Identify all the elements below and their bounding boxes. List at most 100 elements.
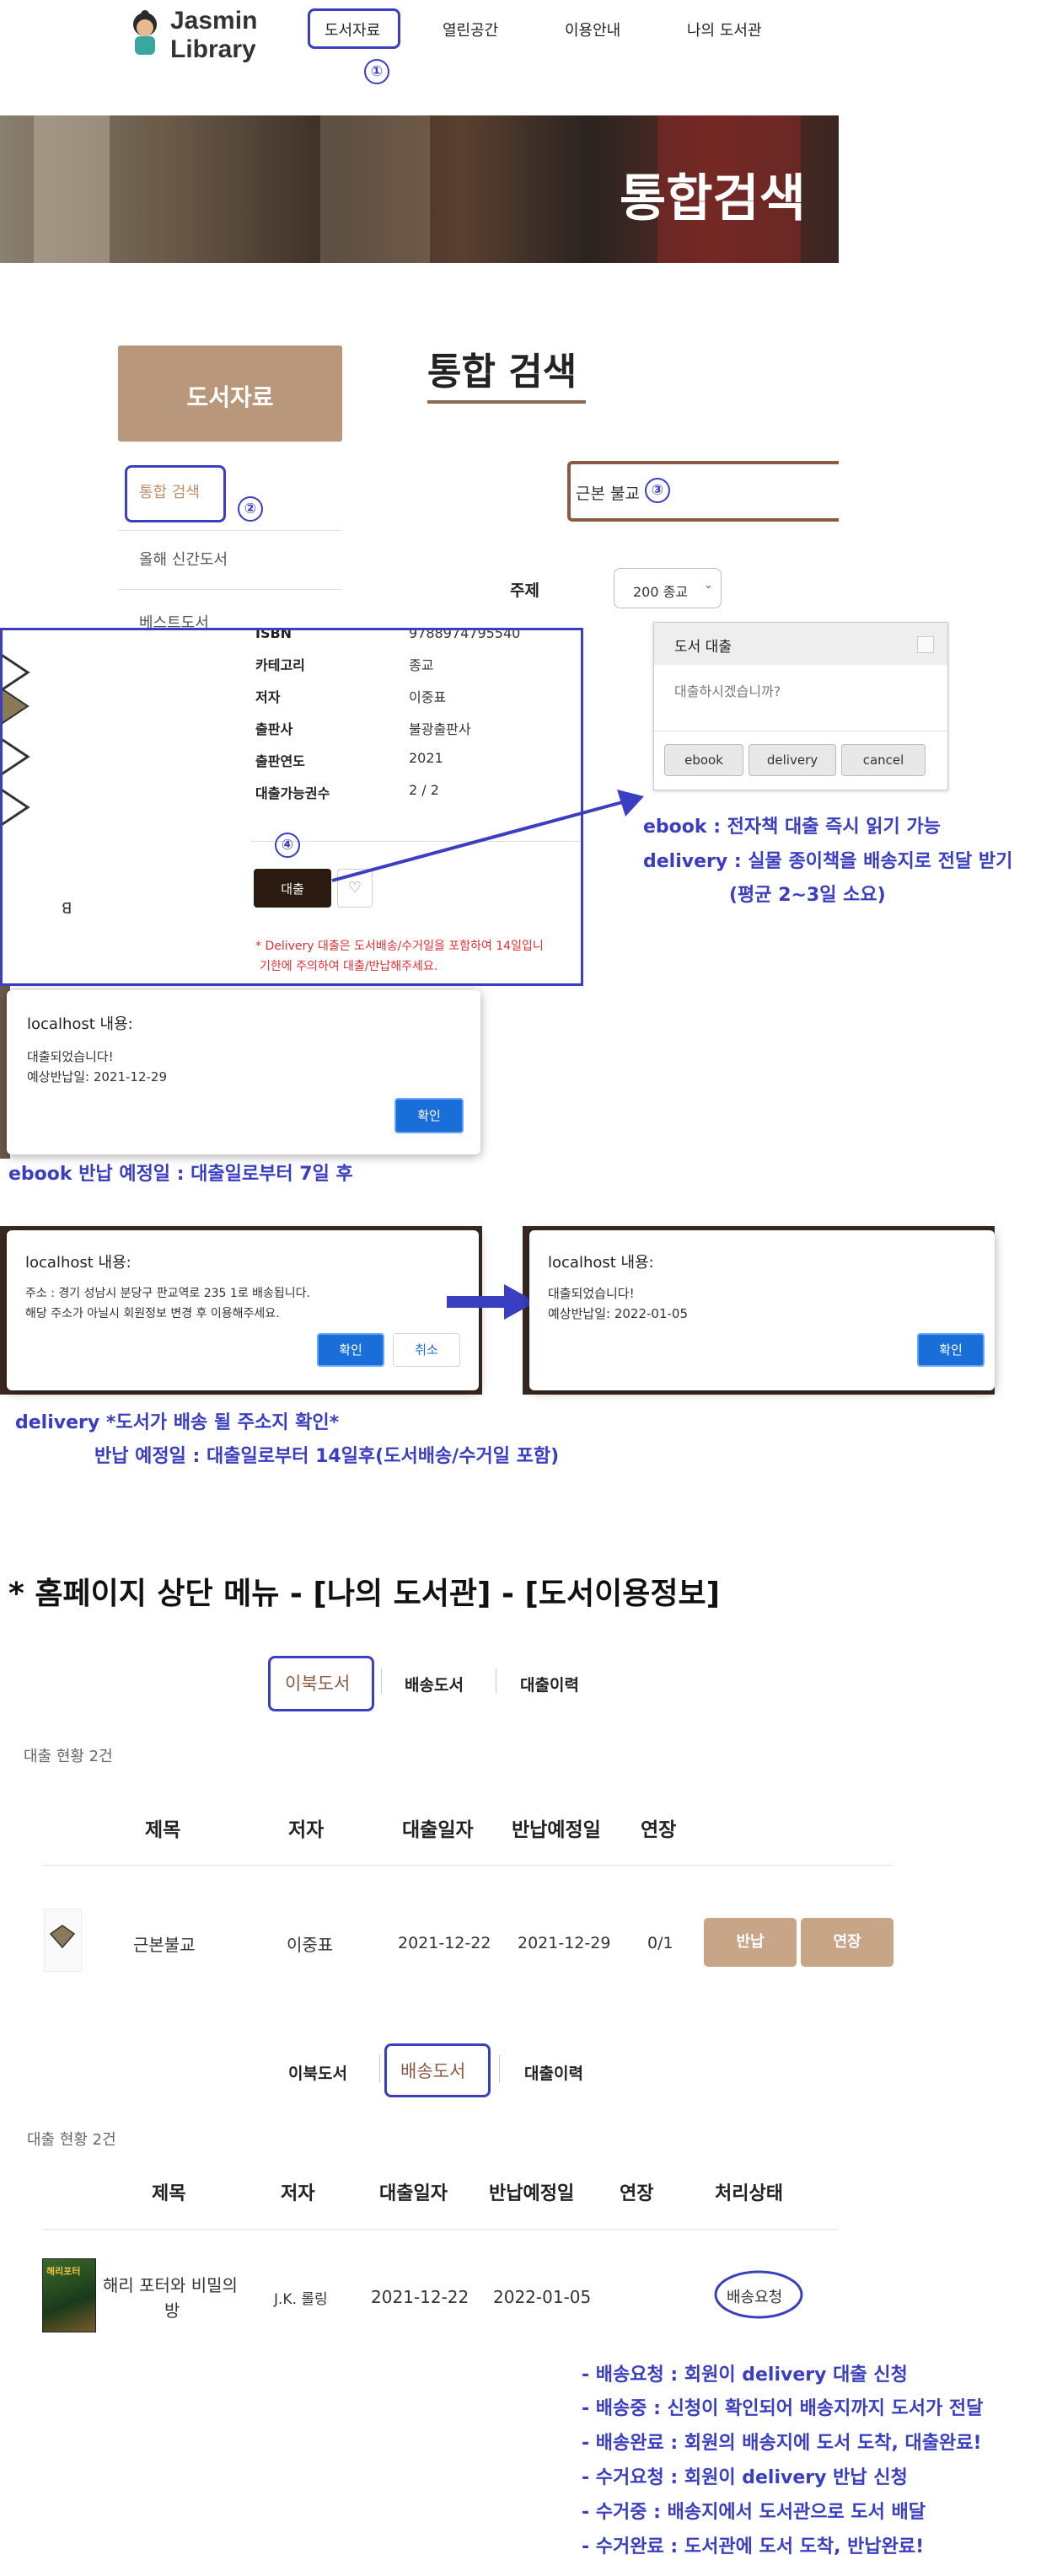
dialog-message: 대출되었습니다! — [27, 1049, 114, 1064]
delivery-notice-2: 기한에 주의하여 대출/반납해주세요. — [260, 960, 438, 973]
marker-3: ③ — [645, 478, 670, 503]
ebook-note: ebook : 전자책 대출 즉시 읽기 가능 — [643, 817, 941, 838]
search-heading: 통합 검색 — [427, 351, 577, 394]
cell-due-date: 2021-12-29 — [518, 1934, 611, 1952]
tab-history[interactable]: 대출이력 — [524, 2061, 583, 2084]
tab-history[interactable]: 대출이력 — [520, 1673, 579, 1695]
loan-modal-title: 도서 대출 — [674, 639, 732, 656]
nav-open-space[interactable]: 열린공간 — [443, 19, 498, 40]
field-value: 이중표 — [409, 689, 447, 705]
status-note: - 배송중 : 신청이 확인되어 배송지까지 도서가 전달 — [582, 2398, 984, 2419]
dialog-due-date: 예상반납일: 2021-12-29 — [27, 1069, 167, 1084]
search-heading-underline — [427, 400, 586, 404]
tab-delivery[interactable]: 배송도서 — [405, 1673, 464, 1695]
field-value: 불광출판사 — [409, 721, 471, 737]
tab-divider — [499, 2054, 500, 2083]
delivery-button[interactable]: delivery — [749, 744, 836, 776]
table-divider — [42, 2229, 839, 2230]
col-author: 저자 — [288, 1819, 325, 1841]
cell-loan-date: 2021-12-22 — [398, 1934, 491, 1952]
book-thumbnail[interactable] — [43, 1908, 83, 1973]
nav-guide[interactable]: 이용안내 — [565, 19, 620, 40]
field-label: 저자 — [255, 689, 281, 705]
subject-label: 주제 — [510, 581, 539, 600]
banner-spine-1 — [34, 115, 110, 263]
dialog-title: localhost 내용: — [25, 1254, 131, 1272]
logo[interactable]: Jasmin Library — [126, 4, 278, 63]
search-input-value: 근본 불교 — [576, 485, 640, 503]
tab-divider — [381, 1668, 382, 1694]
table-divider — [42, 1865, 893, 1866]
logo-text-2: Library — [170, 35, 256, 63]
extend-button[interactable]: 연장 — [801, 1918, 893, 1967]
field-value: 종교 — [409, 657, 434, 673]
loan-count: 대출 현황 2건 — [24, 1748, 113, 1765]
tab-ebook[interactable]: 이북도서 — [288, 2061, 347, 2084]
search-input[interactable]: 근본 불교 — [567, 461, 839, 522]
logo-text-1: Jasmin — [170, 7, 258, 35]
cell-title-2[interactable]: 방 — [164, 2297, 180, 2322]
field-label: 출판연도 — [255, 753, 305, 769]
field-label: 출판사 — [255, 721, 293, 737]
book-cover-image — [43, 1908, 83, 1973]
dialog-message: 대출되었습니다! — [548, 1286, 635, 1301]
cancel-button[interactable]: cancel — [841, 744, 926, 776]
nav-my-library[interactable]: 나의 도서관 — [687, 19, 762, 40]
highlight-tab-delivery — [384, 2043, 491, 2097]
field-label: 카테고리 — [255, 657, 305, 673]
sidebar-title: 도서자료 — [118, 345, 342, 442]
highlight-sidebar — [125, 465, 226, 522]
field-value: 2021 — [409, 750, 443, 766]
col-status: 처리상태 — [715, 2183, 783, 2204]
col-loan-date: 대출일자 — [379, 2183, 448, 2204]
tab-divider — [379, 2054, 380, 2083]
sidebar-title-text: 도서자료 — [186, 383, 274, 411]
delivery-note-2: (평균 2~3일 소요) — [729, 885, 886, 906]
subject-select-value: 200 종교 — [633, 584, 689, 600]
marker-4: ④ — [275, 833, 300, 858]
dialog-title: localhost 내용: — [27, 1015, 133, 1033]
status-circle-highlight — [714, 2270, 803, 2319]
status-note: - 수거요청 : 회원이 delivery 반납 신청 — [582, 2467, 908, 2488]
col-title: 제목 — [145, 1819, 181, 1841]
ok-button[interactable]: 확인 — [394, 1098, 464, 1133]
book-cover-title: 해리포터 — [46, 2266, 81, 2277]
loan-modal-question: 대출하시겠습니까? — [674, 683, 781, 699]
cell-author: 이중표 — [287, 1935, 334, 1955]
dialog-message: 해당 주소가 아닐시 회원정보 변경 후 이용해주세요. — [25, 1307, 280, 1320]
arrow-right-icon — [447, 1284, 536, 1320]
arrow-icon — [331, 790, 644, 882]
return-button[interactable]: 반납 — [704, 1918, 797, 1967]
cell-title[interactable]: 해리 포터와 비밀의 — [103, 2272, 238, 2296]
alert-dialog-ebook: localhost 내용: 대출되었습니다! 예상반납일: 2021-12-29… — [7, 990, 480, 1154]
ok-button[interactable]: 확인 — [917, 1333, 985, 1367]
banner-spine-2 — [320, 115, 430, 263]
field-label: 대출가능권수 — [255, 785, 330, 801]
publisher-logo-icon: ꓭ — [62, 900, 72, 918]
logo-icon — [133, 10, 157, 55]
marker-1: ① — [364, 59, 389, 84]
cell-title[interactable]: 근본불교 — [133, 1931, 196, 1956]
subject-select[interactable]: 200 종교 ⌄ — [614, 568, 722, 608]
ebook-return-note: ebook 반납 예정일 : 대출일로부터 7일 후 — [8, 1164, 353, 1185]
dialog-address: 주소 : 경기 성남시 분당구 판교역로 235 1로 배송됩니다. — [25, 1287, 310, 1300]
loan-count: 대출 현황 2건 — [27, 2131, 116, 2149]
borrow-button[interactable]: 대출 — [254, 869, 331, 908]
col-extend: 연장 — [641, 1819, 677, 1841]
cell-loan-date: 2021-12-22 — [371, 2287, 470, 2307]
col-loan-date: 대출일자 — [402, 1819, 474, 1841]
ebook-button[interactable]: ebook — [664, 744, 743, 776]
sidebar-item-new-books[interactable]: 올해 신간도서 — [118, 548, 342, 590]
book-cover[interactable] — [3, 639, 36, 917]
alert-dialog-delivery: localhost 내용: 대출되었습니다! 예상반납일: 2022-01-05… — [529, 1230, 995, 1390]
col-due-date: 반납예정일 — [512, 1819, 601, 1841]
book-cover-image — [3, 654, 30, 826]
isbn-value: 9788974795540 — [409, 628, 521, 641]
ok-button[interactable]: 확인 — [317, 1333, 384, 1367]
cancel-button[interactable]: 취소 — [393, 1333, 460, 1367]
highlight-tab-ebook — [268, 1656, 374, 1711]
status-note: - 수거중 : 배송지에서 도서관으로 도서 배달 — [582, 2502, 926, 2523]
loan-modal-close-icon[interactable] — [917, 636, 934, 653]
book-thumbnail[interactable]: 해리포터 — [42, 2258, 96, 2332]
delivery-note: delivery : 실물 종이책을 배송지로 전달 받기 — [643, 851, 1013, 872]
